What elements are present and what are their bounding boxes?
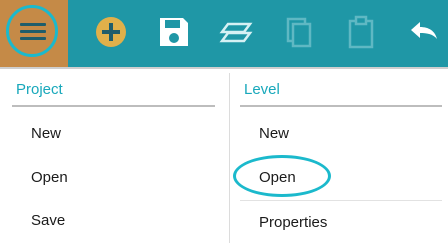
level-item-divider — [240, 200, 442, 201]
undo-button[interactable] — [405, 14, 441, 50]
level-properties-item[interactable]: Properties — [259, 214, 327, 231]
floppy-disk-icon — [160, 18, 188, 46]
project-new-item[interactable]: New — [31, 125, 61, 142]
column-divider — [229, 73, 230, 243]
level-new-item[interactable]: New — [259, 125, 289, 142]
project-section-title: Project — [16, 81, 63, 98]
dropdown-menu: Project New Open Save Level New Open Pro… — [0, 67, 448, 243]
copy-icon — [286, 17, 312, 48]
hamburger-icon — [20, 21, 46, 43]
level-section-title: Level — [244, 81, 280, 98]
plus-circle-icon — [96, 17, 126, 47]
main-menu-button[interactable] — [0, 0, 68, 67]
paste-button[interactable] — [343, 14, 379, 50]
save-button[interactable] — [156, 14, 192, 50]
undo-icon — [411, 22, 437, 39]
copy-button[interactable] — [281, 14, 317, 50]
project-section-divider — [12, 105, 215, 107]
level-section-divider — [240, 105, 442, 107]
toolbar — [0, 0, 448, 67]
project-open-item[interactable]: Open — [31, 169, 68, 186]
open-highlight-ring — [233, 155, 331, 197]
clipboard-icon — [348, 15, 374, 49]
layers-button[interactable] — [218, 14, 254, 50]
layers-icon — [219, 22, 253, 43]
project-save-item[interactable]: Save — [31, 212, 65, 229]
add-button[interactable] — [93, 14, 129, 50]
